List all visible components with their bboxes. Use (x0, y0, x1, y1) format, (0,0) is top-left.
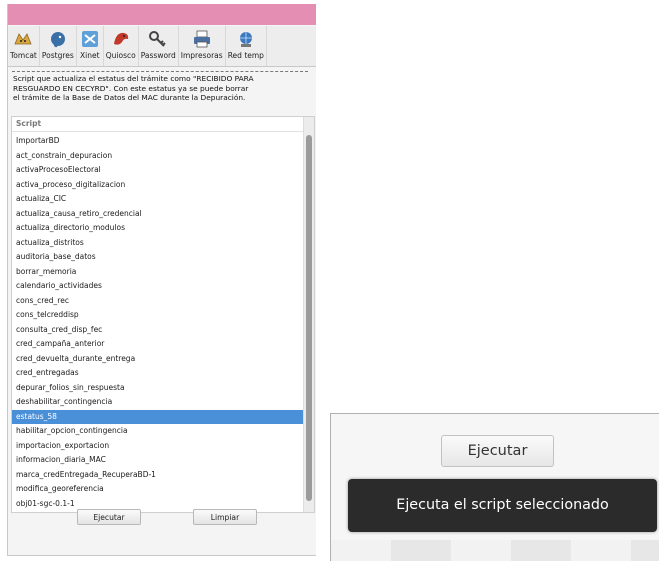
limpiar-button[interactable]: Limpiar (193, 509, 257, 525)
script-list-item[interactable]: importacion_exportacion (12, 439, 304, 454)
script-list-item[interactable]: calendario_actividades (12, 279, 304, 294)
script-list-item[interactable]: estatus_58 (12, 409, 304, 424)
script-list-item[interactable]: consulta_cred_disp_fec (12, 323, 304, 338)
tomcat-tool[interactable]: Tomcat (8, 26, 40, 66)
ejecutar-button[interactable]: Ejecutar (77, 509, 141, 525)
tool-label: Postgres (41, 51, 74, 60)
ejecutar-button-zoomed[interactable]: Ejecutar (441, 435, 554, 467)
key-icon (149, 31, 166, 47)
quiosco-tool[interactable]: Quiosco (104, 26, 139, 66)
script-list-item[interactable]: cred_entregadas (12, 366, 304, 381)
zoomed-tooltip-detail: Ejecutar Ejecuta el script seleccionado (330, 413, 659, 561)
screenshot-root: Tomcat Postgres Xinet Quiosco Password I… (0, 0, 659, 561)
tool-label: Quiosco (105, 51, 136, 60)
description-line: RESGUARDO EN CECYRD". Con este estatus y… (13, 83, 249, 93)
script-list-item[interactable]: depurar_folios_sin_respuesta (12, 381, 304, 396)
description-line: el trámite de la Base de Datos del MAC d… (13, 93, 246, 103)
script-list-item[interactable]: activaProcesoElectoral (12, 163, 304, 178)
script-list[interactable]: Script ImportarBD act_constrain_depuracio… (11, 116, 315, 513)
network-globe-icon (239, 32, 252, 47)
scrollbar-thumb[interactable] (306, 135, 312, 501)
script-list-item[interactable]: marca_credEntregada_RecuperaBD-1 (12, 468, 304, 483)
password-tool[interactable]: Password (139, 26, 179, 66)
xinet-network-icon (81, 31, 98, 47)
dashed-separator (12, 71, 308, 72)
tool-label: Red temp (227, 51, 264, 60)
script-list-item[interactable]: reasigna_folio_nec (12, 511, 304, 512)
script-list-item[interactable]: cons_cred_rec (12, 294, 304, 309)
script-list-item[interactable]: actualiza_directorio_modulos (12, 221, 304, 236)
quiosco-dragon-icon (113, 32, 128, 45)
postgres-tool[interactable]: Postgres (40, 26, 77, 66)
tool-label: Xinet (80, 51, 100, 60)
tool-label: Tomcat (10, 51, 37, 60)
script-list-item[interactable]: obj01-sgc-0.1-1 (12, 497, 304, 512)
description-line: Script que actualiza el estatus del trám… (13, 74, 254, 83)
script-list-item[interactable]: modifica_georeferencia (12, 482, 304, 497)
script-list-item[interactable]: actualiza_CIC (12, 192, 304, 207)
script-list-item[interactable]: actualiza_causa_retiro_credencial (12, 207, 304, 222)
script-list-item[interactable]: informacion_diaria_MAC (12, 453, 304, 468)
script-list-items: ImportarBD act_constrain_depuracion activa… (12, 134, 304, 512)
script-list-item[interactable]: borrar_memoria (12, 265, 304, 280)
xinet-tool[interactable]: Xinet (77, 26, 104, 66)
launcher-toolbar: Tomcat Postgres Xinet Quiosco Password I… (8, 26, 316, 67)
title-bar (8, 4, 316, 25)
script-list-item[interactable]: cred_devuelta_durante_entrega (12, 352, 304, 367)
script-list-item[interactable]: deshabilitar_contingencia (12, 395, 304, 410)
faded-background-row (331, 540, 659, 561)
red-temp-tool[interactable]: Red temp (226, 26, 267, 66)
tool-label: Impresoras (180, 51, 223, 60)
script-list-item[interactable]: act_constrain_depuracion (12, 149, 304, 164)
script-list-item[interactable]: ImportarBD (12, 134, 304, 149)
script-list-item[interactable]: cons_telcreddisp (12, 308, 304, 323)
script-list-item[interactable]: auditoria_base_datos (12, 250, 304, 265)
script-column-header[interactable]: Script (12, 117, 314, 132)
postgres-elephant-icon (50, 32, 65, 48)
script-runner-window: Tomcat Postgres Xinet Quiosco Password I… (7, 4, 316, 556)
script-list-item[interactable]: actualiza_distritos (12, 236, 304, 251)
printer-icon (193, 30, 210, 48)
script-description: Script que actualiza el estatus del trám… (13, 74, 309, 103)
tomcat-icon (14, 33, 33, 45)
list-scrollbar[interactable] (303, 117, 314, 512)
tool-label: Password (140, 51, 176, 60)
script-list-item[interactable]: habilitar_opcion_contingencia (12, 424, 304, 439)
script-list-item[interactable]: cred_campaña_anterior (12, 337, 304, 352)
impresoras-tool[interactable]: Impresoras (179, 26, 226, 66)
ejecutar-tooltip: Ejecuta el script seleccionado (348, 479, 657, 532)
script-list-item[interactable]: activa_proceso_digitalizacion (12, 178, 304, 193)
